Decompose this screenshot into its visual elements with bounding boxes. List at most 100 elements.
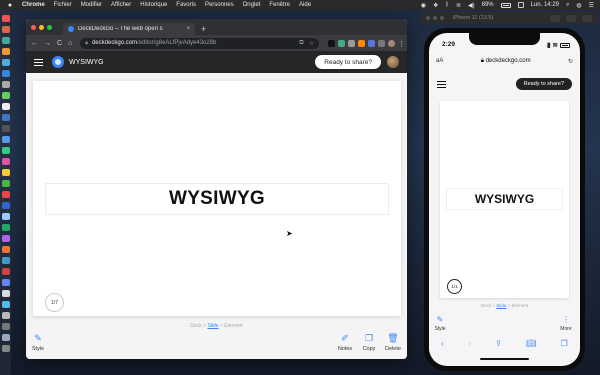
dropbox-icon[interactable]: ❖ bbox=[433, 2, 438, 9]
extension-icon[interactable] bbox=[338, 39, 345, 47]
close-tab-icon[interactable]: × bbox=[186, 26, 190, 32]
reload-button[interactable]: C bbox=[57, 40, 62, 47]
dock-app-icon[interactable] bbox=[2, 136, 10, 143]
address-bar[interactable]: 🔒︎ deckdeckgo.com /editor/g8eALfPjvAdye4… bbox=[80, 37, 319, 49]
profile-avatar-icon[interactable] bbox=[388, 39, 395, 47]
dock-app-icon[interactable] bbox=[2, 81, 10, 88]
dock-app-icon[interactable] bbox=[2, 15, 10, 22]
dock-app-icon[interactable] bbox=[2, 235, 10, 242]
bookmark-star-icon[interactable]: ☆ bbox=[309, 40, 314, 47]
back-icon[interactable]: ‹ bbox=[441, 339, 444, 348]
menu-people[interactable]: Personnes bbox=[205, 2, 234, 8]
menu-tab[interactable]: Onglet bbox=[243, 2, 261, 8]
lock-icon[interactable]: 🔒︎ bbox=[85, 40, 88, 46]
volume-icon[interactable]: ◀) bbox=[468, 2, 475, 9]
share-icon[interactable]: ⇪ bbox=[495, 339, 502, 348]
dock-app-icon[interactable] bbox=[2, 114, 10, 121]
slide[interactable]: WYSIWYG 1/7 ➤ bbox=[33, 81, 401, 316]
dock-app-icon[interactable] bbox=[2, 345, 10, 352]
menu-icon[interactable] bbox=[34, 58, 43, 66]
breadcrumb-deck[interactable]: Deck bbox=[190, 323, 201, 329]
copy-button[interactable]: ❐ Copy bbox=[358, 332, 380, 352]
reload-icon[interactable]: ↻ bbox=[568, 58, 573, 65]
wifi-icon[interactable]: ≋ bbox=[456, 2, 461, 9]
dock-app-icon[interactable] bbox=[2, 213, 10, 220]
menu-chrome[interactable]: Chrome bbox=[22, 2, 45, 8]
browser-tab[interactable]: DeckDeckGo – The web open s × bbox=[63, 23, 195, 35]
deckdeckgo-logo-icon[interactable] bbox=[52, 56, 64, 68]
apple-menu-icon[interactable]: ● bbox=[6, 2, 14, 9]
style-button[interactable]: ✎ Style bbox=[27, 332, 49, 352]
menu-edit[interactable]: Modifier bbox=[81, 2, 102, 8]
dock-app-icon[interactable] bbox=[2, 125, 10, 132]
breadcrumb-deck[interactable]: Deck bbox=[481, 303, 491, 308]
dock-app-icon[interactable] bbox=[2, 37, 10, 44]
slide-title-box[interactable]: WYSIWYG bbox=[45, 183, 389, 215]
dock-app-icon[interactable] bbox=[2, 334, 10, 341]
siri-icon[interactable]: ◍ bbox=[576, 2, 581, 9]
breadcrumb-element[interactable]: Element bbox=[224, 323, 242, 329]
phone-slide-title[interactable]: WYSIWYG bbox=[475, 192, 534, 206]
phone-slide-counter[interactable]: 1/1 bbox=[447, 279, 462, 294]
slide-counter[interactable]: 1/7 bbox=[45, 293, 64, 312]
delete-button[interactable]: 🗑︎ Delete bbox=[382, 332, 404, 352]
style-button[interactable]: ✎ Style bbox=[429, 315, 451, 332]
tabs-icon[interactable]: ❐ bbox=[561, 339, 568, 348]
screenshot-icon[interactable] bbox=[550, 14, 560, 22]
menu-view[interactable]: Afficher bbox=[111, 2, 131, 8]
breadcrumb-slide[interactable]: Slide bbox=[207, 323, 218, 329]
more-button[interactable]: ⋮ More bbox=[555, 315, 577, 332]
home-button[interactable]: ⌂ bbox=[68, 40, 72, 47]
rss-extension-icon[interactable] bbox=[358, 39, 365, 47]
control-icon[interactable]: ☰ bbox=[589, 2, 594, 9]
chrome-menu-icon[interactable]: ⋮ bbox=[398, 40, 405, 48]
menu-history[interactable]: Historique bbox=[140, 2, 167, 8]
user-avatar[interactable] bbox=[387, 56, 399, 68]
close-window-button[interactable] bbox=[426, 16, 430, 20]
phone-slide[interactable]: WYSIWYG 1/1 bbox=[440, 101, 569, 298]
close-window-button[interactable] bbox=[31, 24, 36, 30]
bookmarks-icon[interactable]: 📖︎ bbox=[526, 339, 536, 348]
back-button[interactable]: ← bbox=[31, 40, 38, 47]
zoom-window-button[interactable] bbox=[440, 16, 444, 20]
home-icon[interactable] bbox=[566, 14, 576, 22]
battery-icon[interactable] bbox=[500, 2, 511, 8]
new-tab-button[interactable]: + bbox=[201, 23, 206, 35]
safari-url[interactable]: 🔒︎ deckdeckgo.com bbox=[443, 58, 568, 65]
phone-slide-title-box[interactable]: WYSIWYG bbox=[446, 188, 563, 210]
notes-button[interactable]: ✐ Notes bbox=[334, 332, 356, 352]
dock-app-icon[interactable] bbox=[2, 290, 10, 297]
zoom-window-button[interactable] bbox=[47, 24, 52, 30]
dock-app-icon[interactable] bbox=[2, 301, 10, 308]
forward-icon[interactable]: › bbox=[468, 339, 471, 348]
slide-title[interactable]: WYSIWYG bbox=[169, 188, 265, 210]
menu-help[interactable]: Aide bbox=[299, 2, 311, 8]
display-icon[interactable] bbox=[517, 2, 524, 8]
dock-app-icon[interactable] bbox=[2, 103, 10, 110]
dock-app-icon[interactable] bbox=[2, 180, 10, 187]
menu-window[interactable]: Fenêtre bbox=[269, 2, 290, 8]
breadcrumb-slide[interactable]: Slide bbox=[496, 303, 506, 308]
dock-app-icon[interactable] bbox=[2, 48, 10, 55]
dock-app-icon[interactable] bbox=[2, 312, 10, 319]
extension-icon[interactable] bbox=[368, 39, 375, 47]
dock-app-icon[interactable] bbox=[2, 268, 10, 275]
forward-button[interactable]: → bbox=[44, 40, 51, 47]
search-icon[interactable]: ⌕ bbox=[566, 2, 569, 9]
dock-app-icon[interactable] bbox=[2, 224, 10, 231]
breadcrumb-element[interactable]: Element bbox=[512, 303, 529, 308]
dock-app-icon[interactable] bbox=[2, 26, 10, 33]
extension-icon[interactable] bbox=[348, 39, 355, 47]
dock-app-icon[interactable] bbox=[2, 92, 10, 99]
dock-app-icon[interactable] bbox=[2, 70, 10, 77]
dock-app-icon[interactable] bbox=[2, 169, 10, 176]
menu-bookmarks[interactable]: Favoris bbox=[176, 2, 196, 8]
rotate-icon[interactable] bbox=[582, 14, 592, 22]
open-in-icon[interactable]: ⧉ bbox=[299, 40, 303, 47]
bluetooth-icon[interactable]: ᛒ bbox=[445, 2, 449, 8]
minimize-window-button[interactable] bbox=[39, 24, 44, 30]
dock-app-icon[interactable] bbox=[2, 246, 10, 253]
clock[interactable]: Lun. 14:29 bbox=[531, 2, 559, 8]
dock-app-icon[interactable] bbox=[2, 147, 10, 154]
dock-app-icon[interactable] bbox=[2, 279, 10, 286]
